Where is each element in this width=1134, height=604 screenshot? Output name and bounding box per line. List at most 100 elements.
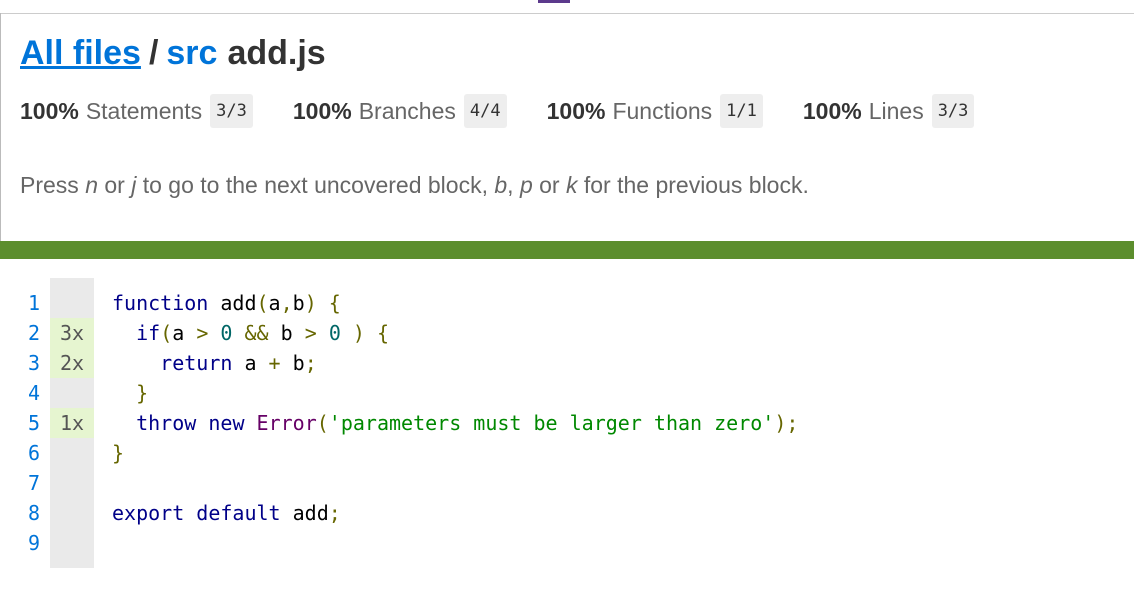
hit-count [50,378,94,408]
stat-fraction-badge: 4/4 [463,94,507,128]
line-number-link[interactable]: 4 [0,378,50,408]
coverage-status-bar [0,241,1134,259]
stat-label: Statements [85,97,203,124]
code-token: ); [774,411,799,435]
hit-count [50,468,94,498]
hit-count [50,528,94,558]
source-line: } [94,378,148,408]
code-line: 6} [0,438,798,468]
hint-text: , [507,172,520,198]
code-token: b [280,351,305,375]
breadcrumb-file-name: add.js [227,34,326,72]
line-number-link[interactable]: 7 [0,468,50,498]
code-token: b [268,321,305,345]
line-number-link[interactable]: 8 [0,498,50,528]
hit-count: 2x [50,348,94,378]
code-line: 3 2x return a + b; [0,348,798,378]
breadcrumb-src-link[interactable]: src [166,34,217,72]
line-number-link[interactable]: 3 [0,348,50,378]
line-number-link[interactable]: 5 [0,408,50,438]
code-bottom-padding [0,558,798,568]
breadcrumb-separator: / [148,34,159,72]
line-number-link[interactable]: 9 [0,528,50,558]
code-token: default [196,501,281,525]
code-token: + [268,351,281,375]
top-bar [0,0,1134,14]
code-token: && [244,321,269,345]
code-line: 4 } [0,378,798,408]
source-line: function add(a,b) { [94,288,341,318]
stat-fraction-badge: 3/3 [931,94,975,128]
left-edge-border [0,13,1,243]
code-token: > [196,321,209,345]
code-token: throw [136,411,197,435]
stat-percent: 100% [802,97,862,124]
code-token: if [136,321,161,345]
source-line: if(a > 0 && b > 0 ) { [94,318,389,348]
stat-fraction-badge: 3/3 [210,94,253,128]
code-top-padding [0,278,798,288]
code-token: export [112,501,185,525]
code-token: ( [256,291,269,315]
code-token: function [112,291,209,315]
hint-key-k: k [565,172,578,198]
breadcrumb-all-files-link[interactable]: All files [20,34,141,72]
code-token: ( [316,411,329,435]
line-number-link[interactable]: 1 [0,288,50,318]
keyboard-hint: Press n or j to go to the next uncovered… [20,172,809,199]
code-token: } [136,381,149,405]
code-token: a [268,291,281,315]
line-number-link[interactable]: 2 [0,318,50,348]
code-line: 7 [0,468,798,498]
code-token: { [328,291,341,315]
code-token: > [304,321,317,345]
top-bar-accent [538,0,570,3]
breadcrumb: All files / src add.js [20,34,326,78]
code-token: 'parameters must be larger than zero' [328,411,775,435]
hit-count [50,288,94,318]
hit-count: 1x [50,408,94,438]
stat-label: Functions [612,97,713,124]
code-token: ; [328,501,341,525]
coverage-summary: 100% Statements 3/3 100% Branches 4/4 10… [20,94,1014,128]
code-token: } [112,441,125,465]
source-line: throw new Error('parameters must be larg… [94,408,798,438]
code-token: { [377,321,390,345]
code-token: 0 [220,321,233,345]
stat-branches: 100% Branches 4/4 [293,94,507,128]
source-line: } [94,438,124,468]
source-line: return a + b; [94,348,317,378]
code-token: add [208,291,257,315]
code-token: return [160,351,233,375]
code-token: 0 [328,321,341,345]
hint-key-p: p [519,172,533,198]
stat-fraction-badge: 1/1 [720,94,763,128]
code-token: new [208,411,245,435]
stat-statements: 100% Statements 3/3 [20,94,253,128]
code-token: ; [304,351,317,375]
code-line: 8 export default add; [0,498,798,528]
stat-percent: 100% [292,97,352,124]
code-line: 5 1x throw new Error('parameters must be … [0,408,798,438]
stat-label: Branches [358,97,456,124]
code-token: ( [160,321,173,345]
stat-label: Lines [868,97,924,124]
hint-key-b: b [494,172,508,198]
source-code-view: 1 function add(a,b) {2 3x if(a > 0 && b > … [0,278,798,568]
hint-text: or [97,172,132,198]
hint-text: or [532,172,566,198]
code-token: , [280,291,293,315]
line-number-link[interactable]: 6 [0,438,50,468]
hint-key-n: n [85,172,98,198]
source-line [94,528,112,558]
